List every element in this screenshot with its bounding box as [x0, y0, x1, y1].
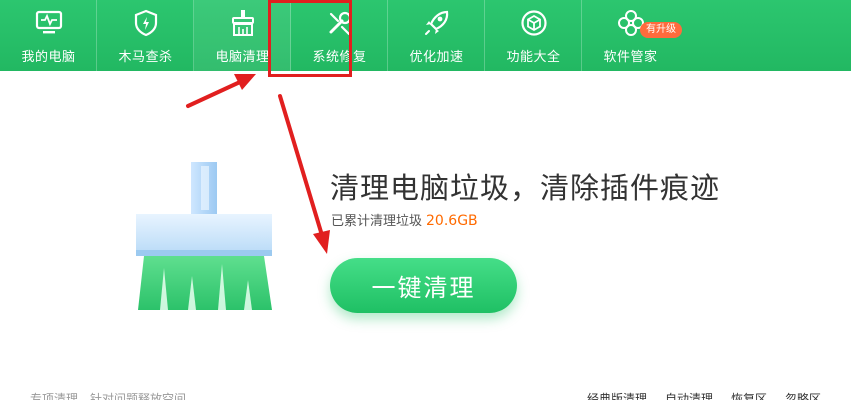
nav-tab-label: 我的电脑	[21, 50, 76, 65]
broom-icon	[228, 8, 258, 38]
classic-clean-link[interactable]: 经典版清理	[587, 390, 647, 400]
nav-tab-my-computer[interactable]: 我的电脑	[0, 0, 97, 71]
rocket-icon	[422, 8, 452, 38]
nav-tab-label: 木马查杀	[118, 50, 173, 65]
nav-tab-optimize[interactable]: 优化加速	[388, 0, 485, 71]
auto-clean-link[interactable]: 自动清理	[665, 390, 713, 400]
cleaned-total-value: 20.6GB	[426, 213, 478, 229]
restore-area-link[interactable]: 恢复区	[731, 390, 767, 400]
arrow-to-tab	[186, 74, 256, 108]
monitor-icon	[34, 8, 64, 38]
arrow-to-button	[278, 94, 330, 254]
wrench-icon	[325, 8, 355, 38]
nav-tab-label: 电脑清理	[215, 50, 270, 65]
nav-tab-software-manager[interactable]: 软件管家 有升级	[582, 0, 682, 71]
nav-tab-trojan-scan[interactable]: 木马查杀	[97, 0, 194, 71]
nav-tab-label: 功能大全	[506, 50, 561, 65]
broom-illustration	[130, 158, 280, 318]
one-click-clean-button[interactable]: 一键清理	[330, 258, 517, 313]
update-badge[interactable]: 有升级	[640, 22, 682, 38]
top-nav: 我的电脑 木马查杀 电脑清理 系统修复 优化加速 功能大全 软件管家 有升级	[0, 0, 851, 71]
page-headline: 清理电脑垃圾，清除插件痕迹	[330, 171, 721, 205]
nav-tab-pc-cleanup[interactable]: 电脑清理	[194, 0, 291, 71]
cube-icon	[519, 8, 549, 38]
cleaned-total-label: 已累计清理垃圾	[331, 214, 423, 229]
shield-icon	[131, 8, 161, 38]
nav-tab-label: 优化加速	[409, 50, 464, 65]
nav-tab-label: 软件管家	[603, 50, 658, 65]
cleaned-total: 已累计清理垃圾 20.6GB	[331, 210, 478, 229]
nav-tab-label: 系统修复	[312, 50, 367, 65]
nav-tab-all-features[interactable]: 功能大全	[485, 0, 582, 71]
footer-links: 经典版清理 自动清理 恢复区 忽略区	[587, 390, 821, 400]
ignore-area-link[interactable]: 忽略区	[785, 390, 821, 400]
nav-tab-system-repair[interactable]: 系统修复	[291, 0, 388, 71]
footer-special-cleanup[interactable]: 专项清理 针对问题释放空间	[30, 390, 186, 400]
